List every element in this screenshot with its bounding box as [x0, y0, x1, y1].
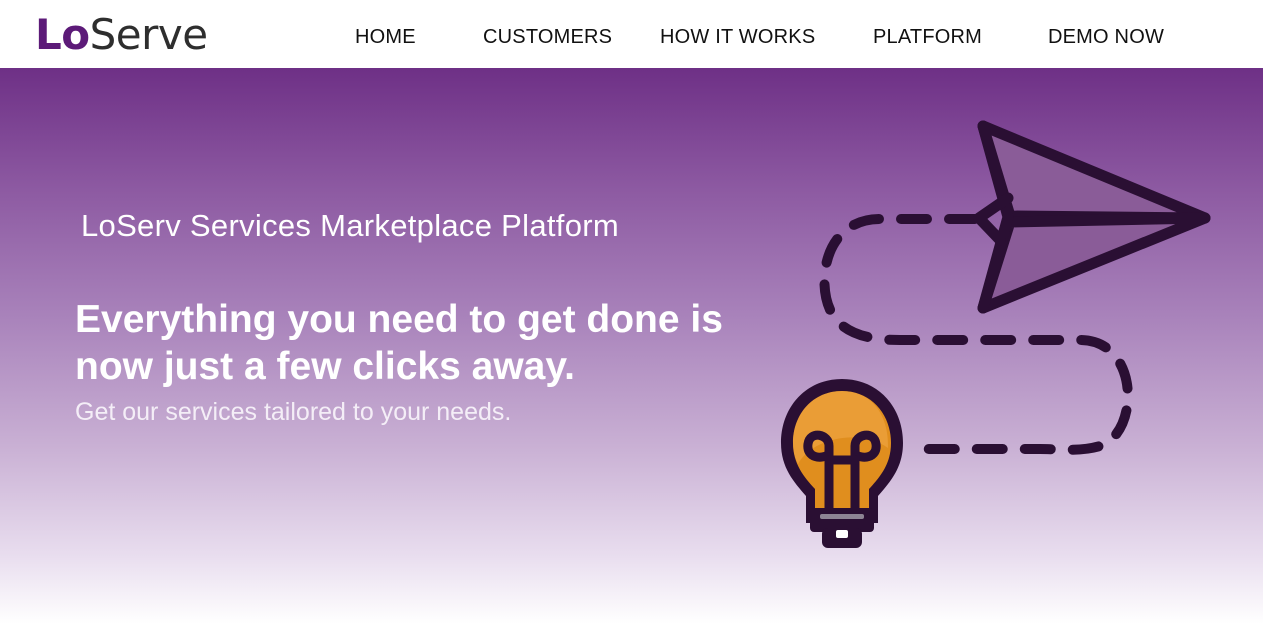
nav-home[interactable]: HOME [355, 24, 416, 50]
logo-part-lo: Lo [35, 10, 90, 59]
hero-illustration [781, 120, 1211, 548]
nav-demo-now[interactable]: DEMO NOW [1048, 24, 1164, 50]
paper-plane-icon [973, 120, 1211, 314]
nav-platform[interactable]: PLATFORM [873, 24, 982, 50]
nav-how-it-works[interactable]: HOW IT WORKS [660, 24, 815, 50]
top-navigation-bar: LoServe HOME CUSTOMERS HOW IT WORKS PLAT… [0, 0, 1263, 68]
logo-part-serve: Serve [89, 10, 208, 59]
hero-section: LoServ Services Marketplace Platform Eve… [0, 68, 1263, 624]
light-bulb-icon [781, 379, 903, 548]
nav-customers[interactable]: CUSTOMERS [483, 24, 612, 50]
loserve-logo[interactable]: LoServe [35, 10, 208, 60]
